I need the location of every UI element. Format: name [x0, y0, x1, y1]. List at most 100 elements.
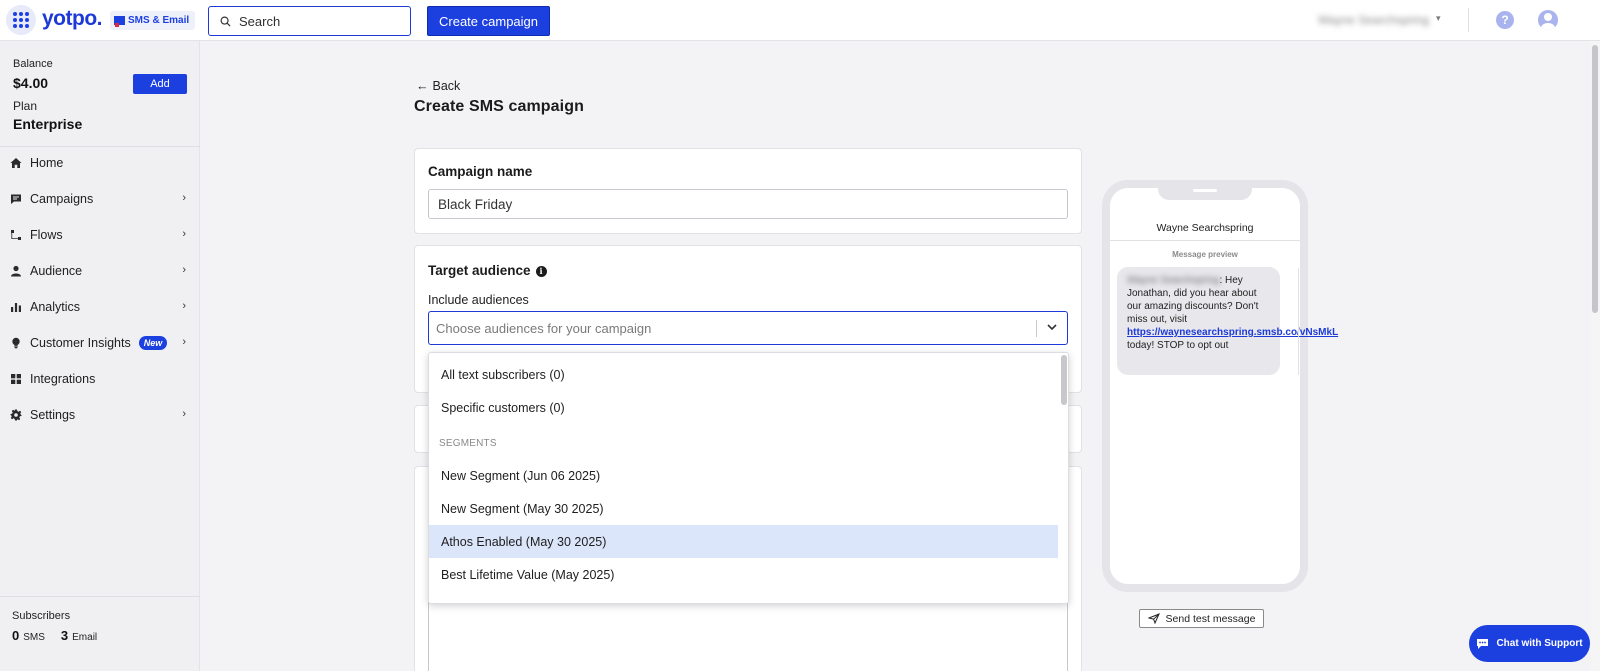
- message-link[interactable]: https://waynesearchspring.smsb.co/vNsMkL: [1127, 327, 1338, 338]
- chevron-down-icon[interactable]: [1046, 321, 1058, 333]
- subscriber-counts: 0 SMS 3 Email: [12, 628, 97, 643]
- chevron-right-icon: ›: [182, 408, 186, 420]
- search-label: Search: [239, 13, 281, 29]
- product-badge: SMS & Email: [110, 11, 196, 30]
- campaign-icon: [10, 193, 22, 205]
- account-icon[interactable]: [1538, 10, 1558, 30]
- blurred-sender-name: Wayne Searchspring: [1127, 275, 1220, 286]
- message-textarea[interactable]: [428, 597, 1068, 671]
- sidebar-item-analytics[interactable]: Analytics ›: [0, 289, 200, 325]
- plan-value: Enterprise: [13, 116, 83, 132]
- bar-chart-icon: [10, 301, 22, 313]
- include-audiences-label: Include audiences: [428, 293, 529, 307]
- flow-icon: [10, 229, 22, 241]
- campaign-name-card: Campaign name Black Friday: [414, 148, 1082, 234]
- divider: [0, 596, 200, 597]
- chevron-right-icon: ›: [182, 336, 186, 348]
- campaign-name-input[interactable]: Black Friday: [428, 189, 1068, 219]
- info-icon[interactable]: i: [535, 265, 547, 277]
- add-balance-button[interactable]: Add: [133, 74, 187, 94]
- phone-preview: Wayne Searchspring Message preview Wayne…: [1102, 180, 1338, 592]
- person-icon: [10, 265, 22, 277]
- dropdown-option[interactable]: Best Lifetime Value (May 2025): [429, 558, 1058, 591]
- page-scrollbar-thumb[interactable]: [1592, 45, 1598, 313]
- sms-count: 0: [12, 628, 20, 643]
- home-icon: [10, 157, 22, 169]
- back-link[interactable]: ← Back: [416, 79, 460, 93]
- balance-value: $4.00: [13, 75, 49, 91]
- dropdown-option[interactable]: New Segment (May 30 2025): [429, 492, 1058, 525]
- sidebar-item-campaigns[interactable]: Campaigns ›: [0, 181, 200, 217]
- message-bubble: Wayne Searchspring: Hey Jonathan, did yo…: [1117, 267, 1338, 375]
- top-bar: yotpo. SMS & Email Search Create campaig…: [0, 0, 1600, 41]
- sms-email-icon: [114, 16, 125, 27]
- divider: [1110, 240, 1300, 241]
- dropdown-option[interactable]: New Segment (Jun 06 2025): [429, 459, 1058, 492]
- dropdown-option-highlighted[interactable]: Athos Enabled (May 30 2025): [429, 525, 1058, 558]
- chat-icon: [1477, 638, 1489, 649]
- segments-group-label: SEGMENTS: [439, 438, 497, 449]
- target-audience-title: Target audience i: [428, 263, 547, 278]
- arrow-left-icon: ←: [416, 79, 429, 93]
- dropdown-scrollbar[interactable]: [1061, 355, 1067, 405]
- chevron-down-icon[interactable]: ▾: [1436, 13, 1441, 24]
- grid-icon: [10, 373, 22, 385]
- campaign-name-title: Campaign name: [428, 164, 533, 179]
- dropdown-option[interactable]: All text subscribers (0): [429, 358, 1058, 391]
- audience-select[interactable]: Choose audiences for your campaign: [428, 311, 1068, 345]
- back-label: Back: [432, 79, 461, 93]
- send-test-label: Send test message: [1165, 612, 1256, 625]
- divider: [1036, 320, 1037, 337]
- sidebar-item-label: Customer Insights: [30, 336, 131, 350]
- email-count: 3: [60, 628, 69, 643]
- new-badge: New: [138, 336, 168, 350]
- create-campaign-button[interactable]: Create campaign: [427, 6, 550, 36]
- send-test-message-button[interactable]: Send test message: [1139, 609, 1264, 628]
- sidebar-item-label: Campaigns: [30, 192, 94, 206]
- page-title: Create SMS campaign: [414, 98, 584, 115]
- balance-label: Balance: [13, 58, 53, 70]
- sidebar-item-label: Settings: [30, 408, 76, 422]
- message-text-end: today! STOP to opt out: [1127, 340, 1229, 351]
- sidebar-item-label: Audience: [30, 264, 83, 278]
- gear-icon: [10, 409, 22, 421]
- yotpo-logo[interactable]: yotpo.: [42, 7, 103, 31]
- sidebar-item-home[interactable]: Home: [0, 145, 200, 181]
- sidebar-item-label: Integrations: [30, 372, 96, 386]
- chevron-right-icon: ›: [182, 228, 186, 240]
- chat-label: Chat with Support: [1496, 638, 1583, 649]
- audience-placeholder: Choose audiences for your campaign: [436, 320, 652, 336]
- page-scrollbar[interactable]: [1591, 41, 1600, 671]
- sidebar-nav: Home Campaigns › Flows › Audience › Anal…: [0, 145, 200, 433]
- help-icon[interactable]: ?: [1496, 11, 1514, 29]
- sidebar-item-integrations[interactable]: Integrations: [0, 361, 200, 397]
- sidebar-item-label: Home: [30, 156, 64, 170]
- divider: [1468, 8, 1469, 32]
- email-label: Email: [72, 632, 98, 643]
- sidebar: Balance $4.00 Add Plan Enterprise Home C…: [0, 41, 200, 671]
- phone-notch: [1158, 180, 1252, 200]
- chevron-right-icon: ›: [182, 192, 186, 204]
- message-preview-label: Message preview: [1172, 250, 1238, 259]
- send-icon: [1147, 613, 1160, 624]
- sidebar-item-audience[interactable]: Audience ›: [0, 253, 200, 289]
- search-input[interactable]: Search: [208, 6, 411, 36]
- sidebar-item-settings[interactable]: Settings ›: [0, 397, 200, 433]
- plan-label: Plan: [13, 99, 38, 113]
- target-audience-label: Target audience: [428, 263, 531, 278]
- dropdown-option[interactable]: Specific customers (0): [429, 391, 1058, 424]
- sidebar-item-label: Analytics: [30, 300, 81, 314]
- sidebar-item-label: Flows: [30, 228, 63, 242]
- subscribers-label: Subscribers: [12, 610, 71, 622]
- sidebar-item-customer-insights[interactable]: Customer Insights New ›: [0, 325, 200, 361]
- user-menu[interactable]: Wayne Searchspring: [1318, 13, 1429, 27]
- chevron-right-icon: ›: [182, 300, 186, 312]
- sidebar-item-flows[interactable]: Flows ›: [0, 217, 200, 253]
- audience-dropdown: All text subscribers (0) Specific custom…: [428, 352, 1069, 604]
- preview-sender: Wayne Searchspring: [1156, 222, 1254, 234]
- chat-with-support-button[interactable]: Chat with Support: [1469, 625, 1590, 662]
- product-label: SMS & Email: [128, 15, 190, 26]
- search-icon: [220, 16, 231, 27]
- app-switcher-icon[interactable]: [6, 5, 36, 35]
- chevron-right-icon: ›: [182, 264, 186, 276]
